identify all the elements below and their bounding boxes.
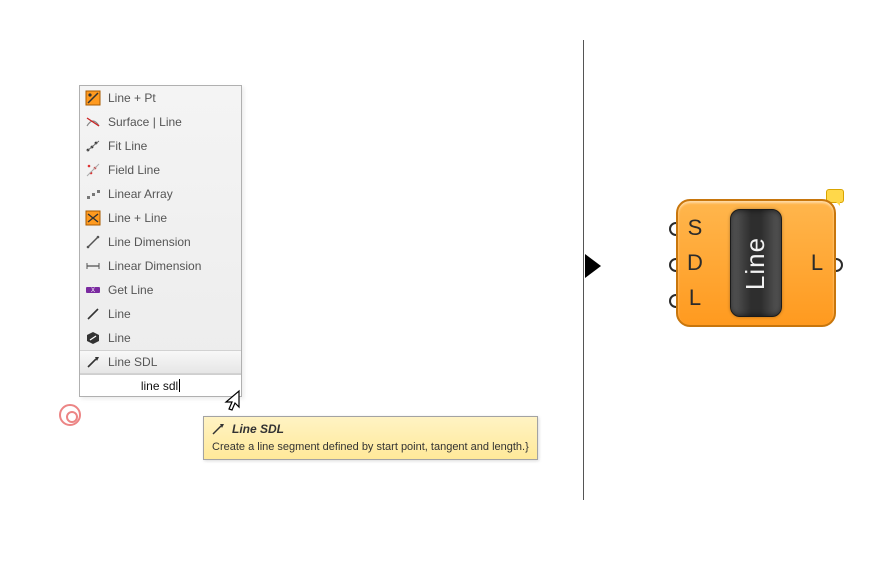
line-sdl-icon — [210, 421, 226, 437]
menu-item-label: Line — [108, 331, 241, 345]
output-port-l[interactable]: L — [811, 252, 823, 274]
component-name: Line — [741, 236, 772, 289]
linear-dimension-icon — [84, 257, 102, 275]
line-hex-icon — [84, 329, 102, 347]
svg-text:X: X — [91, 288, 95, 294]
arrow-right-icon — [585, 254, 601, 278]
field-line-icon — [84, 161, 102, 179]
input-port-d[interactable]: D — [687, 252, 703, 274]
input-port-l[interactable]: L — [689, 287, 701, 309]
menu-item-label: Line + Line — [108, 211, 241, 225]
tooltip-title: Line SDL — [232, 422, 284, 436]
menu-item-line-a[interactable]: Line — [80, 302, 241, 326]
surface-line-icon — [84, 113, 102, 131]
menu-item-label: Linear Array — [108, 187, 241, 201]
component-search-input[interactable]: line sdl — [80, 374, 241, 396]
menu-item-label: Field Line — [108, 163, 241, 177]
vertical-divider — [583, 40, 584, 500]
menu-item-field-line[interactable]: Field Line — [80, 158, 241, 182]
line-icon — [84, 305, 102, 323]
component-inputs: S D L — [678, 201, 712, 325]
menu-item-line-b[interactable]: Line — [80, 326, 241, 350]
menu-item-linear-dimension[interactable]: Linear Dimension — [80, 254, 241, 278]
menu-item-label: Line — [108, 307, 241, 321]
input-port-s[interactable]: S — [688, 217, 703, 239]
component-outputs: L — [800, 201, 834, 325]
menu-item-label: Line + Pt — [108, 91, 241, 105]
tooltip-description: Create a line segment defined by start p… — [204, 439, 537, 459]
menu-item-label: Line Dimension — [108, 235, 241, 249]
line-dimension-icon — [84, 233, 102, 251]
menu-item-label: Fit Line — [108, 139, 241, 153]
component-tooltip: Line SDL Create a line segment defined b… — [203, 416, 538, 460]
menu-item-label: Linear Dimension — [108, 259, 241, 273]
menu-item-label: Surface | Line — [108, 115, 241, 129]
menu-item-fit-line[interactable]: Fit Line — [80, 134, 241, 158]
menu-item-line-line[interactable]: Line + Line — [80, 206, 241, 230]
menu-item-surface-line[interactable]: Surface | Line — [80, 110, 241, 134]
grasshopper-component[interactable]: S D L Line L — [676, 199, 836, 327]
get-line-icon: X — [84, 281, 102, 299]
component-nameplate: Line — [730, 209, 782, 317]
menu-item-get-line[interactable]: X Get Line — [80, 278, 241, 302]
line-pt-icon — [84, 89, 102, 107]
menu-item-line-sdl[interactable]: Line SDL — [80, 350, 241, 374]
text-caret — [179, 379, 180, 392]
fit-line-icon — [84, 137, 102, 155]
search-text: line sdl — [141, 379, 178, 393]
menu-item-linear-array[interactable]: Linear Array — [80, 182, 241, 206]
menu-item-line-dimension[interactable]: Line Dimension — [80, 230, 241, 254]
canvas-insert-marker — [59, 404, 81, 426]
menu-item-label: Line SDL — [108, 355, 241, 369]
line-line-icon — [84, 209, 102, 227]
line-sdl-icon — [84, 353, 102, 371]
menu-item-line-pt[interactable]: Line + Pt — [80, 86, 241, 110]
menu-item-label: Get Line — [108, 283, 241, 297]
linear-array-icon — [84, 185, 102, 203]
component-search-popup[interactable]: Line + Pt Surface | Line Fit Line Field … — [79, 85, 242, 397]
